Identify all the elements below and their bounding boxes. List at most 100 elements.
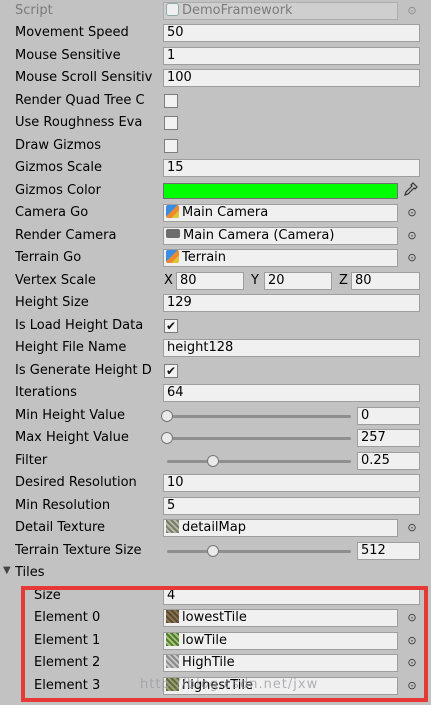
min-height-slider-thumb[interactable] <box>161 410 173 422</box>
render-camera-field[interactable]: Main Camera (Camera) <box>163 227 398 245</box>
gizmos-color-row: Gizmos Color <box>0 180 431 202</box>
detail-texture-field[interactable]: detailMap <box>163 519 398 537</box>
object-picker-icon[interactable]: ⊙ <box>405 229 419 243</box>
render-quad-tree-label: Render Quad Tree C <box>15 93 145 108</box>
terrain-texture-size-label: Terrain Texture Size <box>15 543 142 558</box>
filter-input[interactable]: 0.25 <box>357 452 420 470</box>
max-height-slider-track[interactable] <box>167 437 351 440</box>
camera-go-field[interactable]: Main Camera <box>163 204 398 222</box>
object-picker-icon[interactable]: ⊙ <box>405 206 419 220</box>
vertex-y-label: Y <box>251 273 259 288</box>
vertex-x-label: X <box>164 273 173 288</box>
vertex-y-input[interactable]: 20 <box>264 272 332 290</box>
iterations-label: Iterations <box>15 385 77 400</box>
filter-label: Filter <box>15 453 48 468</box>
object-picker-icon[interactable]: ⊙ <box>405 251 419 265</box>
render-camera-label: Render Camera <box>15 228 117 243</box>
vertex-x-input[interactable]: 80 <box>176 272 244 290</box>
is-generate-height-checkbox[interactable]: ✔ <box>164 364 178 378</box>
use-roughness-checkbox[interactable] <box>164 116 178 130</box>
terrain-go-field[interactable]: Terrain <box>163 249 398 267</box>
filter-row: Filter 0.25 <box>0 450 431 472</box>
desired-resolution-row: Desired Resolution 10 <box>0 472 431 494</box>
tiles-foldout-row[interactable]: ▼ Tiles <box>0 562 431 584</box>
camera-icon <box>166 229 180 238</box>
gizmos-scale-row: Gizmos Scale 15 <box>0 157 431 179</box>
triangle-down-icon[interactable]: ▼ <box>3 565 11 576</box>
gizmos-scale-label: Gizmos Scale <box>15 160 103 175</box>
height-file-name-row: Height File Name height128 <box>0 337 431 359</box>
render-camera-row: Render Camera Main Camera (Camera) ⊙ <box>0 225 431 247</box>
terrain-texture-size-slider-thumb[interactable] <box>207 545 219 557</box>
height-file-name-input[interactable]: height128 <box>163 339 420 357</box>
mouse-sensitive-row: Mouse Sensitive 1 <box>0 45 431 67</box>
is-load-height-row: Is Load Height Data ✔ <box>0 315 431 337</box>
is-load-height-checkbox[interactable]: ✔ <box>164 319 178 333</box>
desired-resolution-label: Desired Resolution <box>15 475 137 490</box>
movement-speed-label: Movement Speed <box>15 25 129 40</box>
iterations-input[interactable]: 64 <box>163 384 420 402</box>
render-camera-value: Main Camera (Camera) <box>183 228 335 243</box>
min-resolution-input[interactable]: 5 <box>163 497 420 515</box>
height-size-label: Height Size <box>15 295 89 310</box>
terrain-go-value: Terrain <box>182 250 227 265</box>
tiles-label: Tiles <box>15 565 45 580</box>
camera-go-value: Main Camera <box>182 205 269 220</box>
render-quad-tree-row: Render Quad Tree C <box>0 90 431 112</box>
detail-texture-label: Detail Texture <box>15 520 106 535</box>
max-height-input[interactable]: 257 <box>357 429 420 447</box>
max-height-slider-thumb[interactable] <box>161 432 173 444</box>
is-generate-height-row: Is Generate Height D ✔ <box>0 360 431 382</box>
height-size-row: Height Size 129 <box>0 292 431 314</box>
vertex-z-label: Z <box>339 273 348 288</box>
draw-gizmos-label: Draw Gizmos <box>15 138 101 153</box>
min-height-slider-track[interactable] <box>167 415 351 418</box>
terrain-go-row: Terrain Go Terrain ⊙ <box>0 247 431 269</box>
min-height-row: Min Height Value 0 <box>0 405 431 427</box>
vertex-z-input[interactable]: 80 <box>351 272 420 290</box>
draw-gizmos-row: Draw Gizmos <box>0 135 431 157</box>
min-height-label: Min Height Value <box>15 408 126 423</box>
iterations-row: Iterations 64 <box>0 382 431 404</box>
terrain-texture-size-slider-track[interactable] <box>167 550 351 553</box>
min-resolution-label: Min Resolution <box>15 498 111 513</box>
mouse-scroll-row: Mouse Scroll Sensitiv 100 <box>0 67 431 89</box>
camera-go-label: Camera Go <box>15 205 89 220</box>
mouse-sensitive-input[interactable]: 1 <box>163 47 420 65</box>
mouse-sensitive-label: Mouse Sensitive <box>15 48 121 63</box>
filter-slider-track[interactable] <box>167 460 351 463</box>
min-height-input[interactable]: 0 <box>357 407 420 425</box>
texture-icon <box>166 520 179 533</box>
terrain-go-label: Terrain Go <box>15 250 82 265</box>
use-roughness-label: Use Roughness Eva <box>15 115 143 130</box>
mouse-scroll-input[interactable]: 100 <box>163 69 420 87</box>
gizmos-scale-input[interactable]: 15 <box>163 159 420 177</box>
filter-slider-thumb[interactable] <box>207 455 219 467</box>
detail-texture-row: Detail Texture detailMap ⊙ <box>0 517 431 539</box>
eyedropper-icon[interactable] <box>401 182 419 200</box>
script-row: Script DemoFramework ⊙ <box>0 0 431 22</box>
mouse-scroll-label: Mouse Scroll Sensitiv <box>15 70 153 85</box>
use-roughness-row: Use Roughness Eva <box>0 112 431 134</box>
movement-speed-input[interactable]: 50 <box>163 24 420 42</box>
object-picker-icon[interactable]: ⊙ <box>405 521 419 535</box>
detail-texture-value: detailMap <box>182 520 246 535</box>
script-value: DemoFramework <box>182 3 293 18</box>
desired-resolution-input[interactable]: 10 <box>163 474 420 492</box>
gizmos-color-swatch[interactable] <box>163 183 398 199</box>
height-file-name-label: Height File Name <box>15 340 127 355</box>
gizmos-color-label: Gizmos Color <box>15 183 101 198</box>
render-quad-tree-checkbox[interactable] <box>164 94 178 108</box>
draw-gizmos-checkbox[interactable] <box>164 139 178 153</box>
gameobject-cube-icon <box>166 250 179 263</box>
is-load-height-label: Is Load Height Data <box>15 318 144 333</box>
vertex-scale-row: Vertex Scale X 80 Y 20 Z 80 <box>0 270 431 292</box>
max-height-label: Max Height Value <box>15 430 129 445</box>
highlight-box <box>21 586 428 702</box>
min-resolution-row: Min Resolution 5 <box>0 495 431 517</box>
terrain-texture-size-input[interactable]: 512 <box>357 542 420 560</box>
gameobject-cube-icon <box>166 205 179 218</box>
vertex-scale-label: Vertex Scale <box>15 273 96 288</box>
object-picker-icon: ⊙ <box>407 4 417 17</box>
height-size-input[interactable]: 129 <box>163 294 420 312</box>
